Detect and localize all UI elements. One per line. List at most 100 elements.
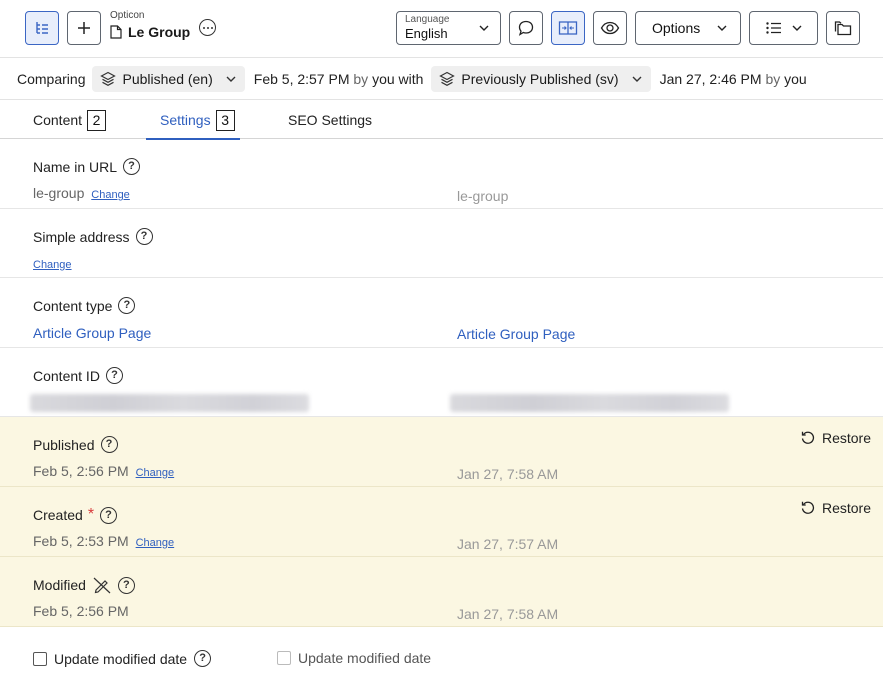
created-left-value: Feb 5, 2:53 PM Change [33,533,174,549]
modified-label: Modified [33,577,86,593]
add-button[interactable] [67,11,101,45]
change-link[interactable]: Change [33,259,72,271]
content-id-label: Content ID [33,367,100,384]
document-icon [110,25,122,39]
published-label: Published [33,436,95,453]
change-link[interactable]: Change [91,189,130,201]
left-version-select[interactable]: Published (en) [92,65,245,92]
page-title-text: Le Group [128,24,191,40]
name-in-url-right-value: le-group [457,188,509,204]
restore-created-button[interactable]: Restore [800,500,871,516]
chevron-down-icon [717,25,727,31]
tab-content-count: 2 [87,109,107,131]
folders-icon [834,21,852,36]
field-label: Simple address ? [33,228,153,245]
pencil-crossed-icon [93,577,111,594]
compare-button[interactable] [551,11,585,45]
field-label: Content ID ? [33,367,123,384]
tab-settings-label: Settings [160,112,211,128]
chevron-down-icon [479,25,489,31]
page-title: Le Group [110,24,190,40]
content-type-left-value[interactable]: Article Group Page [33,325,151,341]
right-version-date: Jan 27, 2:46 PM [659,70,762,87]
update-modified-date-checkbox-disabled: Update modified date [277,650,431,666]
field-label: Content type ? [33,297,136,314]
list-icon [765,22,781,34]
layers-icon [439,71,456,86]
modified-right-value: Jan 27, 7:58 AM [457,606,559,622]
restore-published-button[interactable]: Restore [800,430,871,446]
field-simple-address: Simple address ? Change [0,209,883,278]
options-button[interactable]: Options [635,11,741,45]
right-version-by: by [765,70,781,87]
tab-seo-settings[interactable]: SEO Settings [288,101,372,139]
help-icon[interactable]: ? [117,576,135,594]
comparison-bar: Comparing Published (en) Feb 5, 2:57 PM … [0,58,883,100]
simple-address-label: Simple address [33,228,130,245]
help-icon[interactable]: ? [100,506,118,524]
eye-icon [600,21,620,35]
field-label: Created * ? [33,506,118,524]
chevron-down-icon [792,25,801,31]
help-icon[interactable]: ? [105,367,123,384]
help-icon[interactable]: ? [194,650,212,667]
content-type-label: Content type [33,297,113,314]
published-left-value: Feb 5, 2:56 PM Change [33,463,174,479]
change-link[interactable]: Change [136,537,175,549]
help-icon[interactable]: ? [135,228,153,245]
help-icon[interactable]: ? [123,158,141,175]
comments-button[interactable] [509,11,543,45]
field-published: Published ? Restore Feb 5, 2:56 PM Chang… [0,417,883,487]
update-modified-date-label: Update modified date [54,650,188,667]
right-version-meta: Jan 27, 2:46 PM by you [660,71,807,87]
content-id-left-redacted [30,394,309,412]
content-id-right-redacted [450,394,729,412]
restore-label: Restore [821,430,871,446]
assets-button[interactable] [826,11,860,45]
checkbox-box[interactable] [33,651,47,666]
created-left-text: Feb 5, 2:53 PM [33,533,129,549]
required-marker: * [87,506,95,523]
preview-button[interactable] [593,11,627,45]
chevron-down-icon [632,76,642,82]
brand-label: Opticon [110,10,145,21]
list-view-button[interactable] [749,11,818,45]
language-select[interactable]: Language English [396,11,501,45]
tree-icon [36,22,48,34]
name-in-url-label: Name in URL [33,158,118,175]
plus-icon [78,22,90,34]
update-modified-date-label: Update modified date [298,650,432,666]
help-icon[interactable]: ? [100,436,118,453]
left-version-meta: Feb 5, 2:57 PM by you with [254,71,424,87]
help-icon[interactable]: ? [118,297,136,314]
field-name-in-url: Name in URL ? le-group Change le-group [0,139,883,209]
checkbox-box [277,651,291,665]
tab-content-label: Content [33,112,83,128]
right-version-select[interactable]: Previously Published (sv) [431,65,651,92]
modified-date-options: Update modified date ? Update modified d… [0,627,883,689]
tab-bar: Content 2 Settings 3 SEO Settings [0,101,883,140]
tab-settings-count: 3 [215,109,235,131]
field-label: Name in URL ? [33,158,141,175]
change-link[interactable]: Change [136,467,175,479]
field-label: Published ? [33,436,118,453]
right-version-user: you [784,70,807,87]
left-version-label: Published (en) [122,70,213,87]
field-modified: Modified ? Feb 5, 2:56 PM Jan 27, 7:58 A… [0,557,883,627]
published-right-value: Jan 27, 7:58 AM [457,466,559,482]
left-version-by: by [353,70,369,87]
navigation-tree-button[interactable] [25,11,59,45]
compare-icon [558,21,578,35]
left-version-user: you with [372,70,424,87]
options-label: Options [652,20,701,36]
field-created: Created * ? Restore Feb 5, 2:53 PM Chang… [0,487,883,557]
tab-settings[interactable]: Settings 3 [146,101,240,140]
more-options-icon[interactable] [199,19,216,36]
undo-icon [801,501,815,514]
field-content-type: Content type ? Article Group Page Articl… [0,278,883,348]
content-type-right-value[interactable]: Article Group Page [457,326,575,342]
restore-label: Restore [821,500,871,516]
name-in-url-left-text: le-group [33,185,85,201]
tab-content[interactable]: Content 2 [33,101,107,139]
update-modified-date-checkbox[interactable]: Update modified date ? [33,650,212,667]
